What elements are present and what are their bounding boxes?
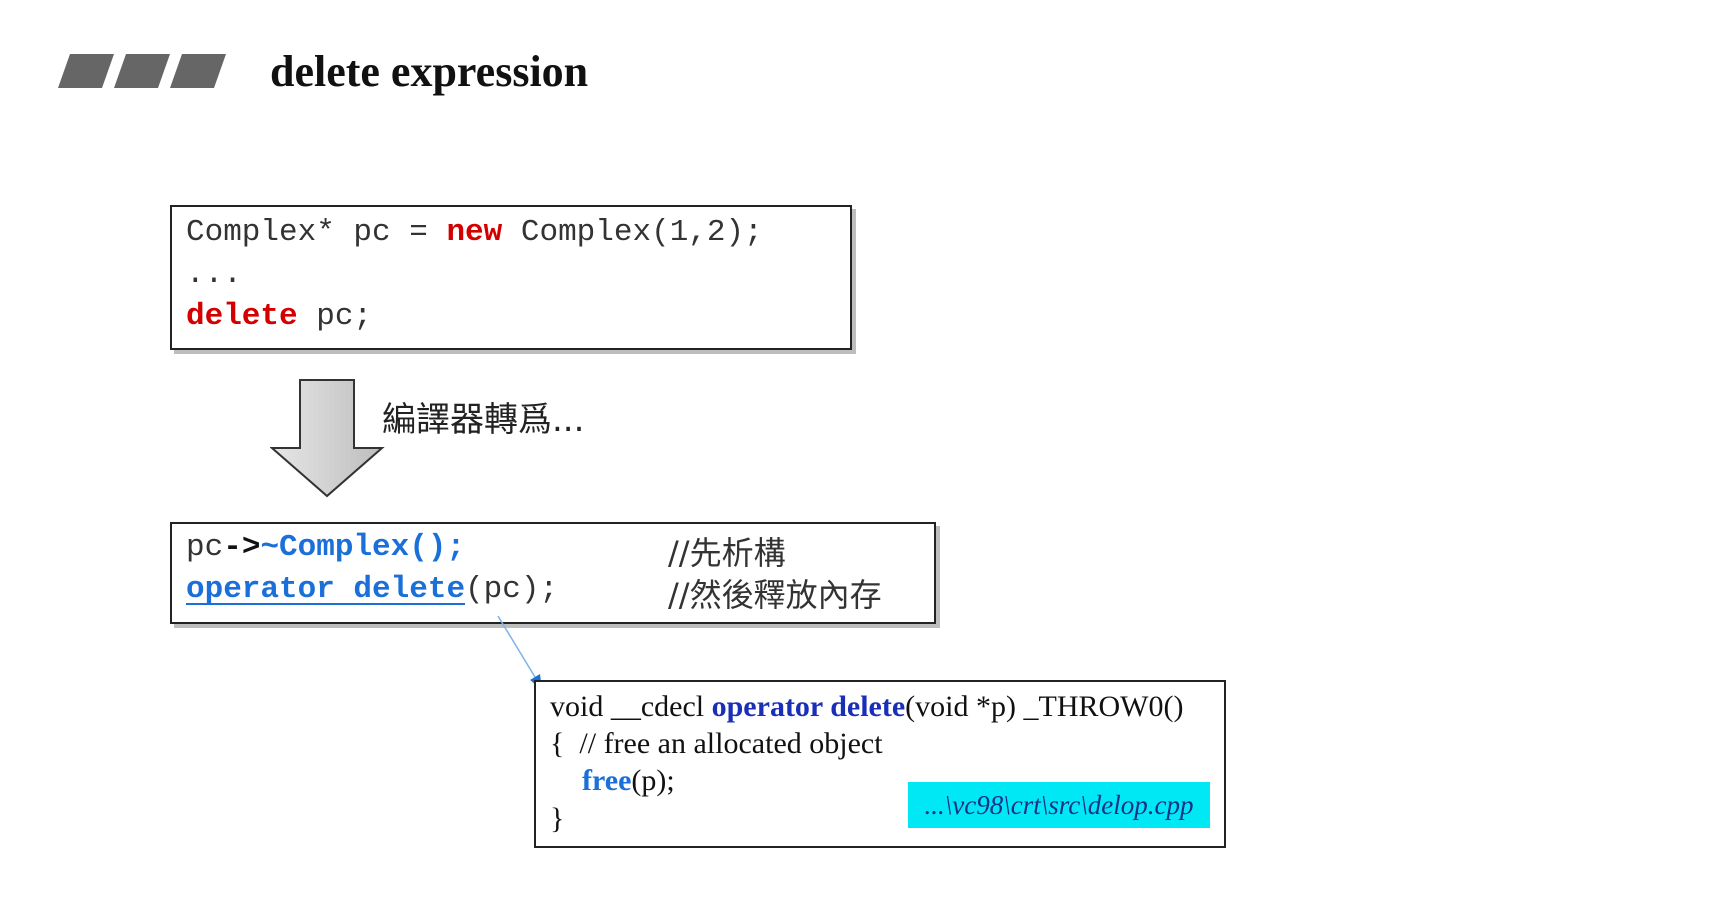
page-title: delete expression [270, 47, 589, 96]
arrow-operator: -> [223, 530, 261, 565]
code-line-delete: delete pc; [186, 299, 372, 334]
code-line-operator-delete: operator delete(pc); [186, 572, 558, 607]
title-decoration-icon [58, 54, 226, 88]
code-line-new: Complex* pc = new Complex(1,2); [186, 215, 763, 250]
code-text: pc [186, 530, 224, 565]
delete-keyword: delete [186, 299, 298, 334]
code-line-destructor: pc->~Complex(); [186, 530, 465, 565]
source-line-comment: { // free an allocated object [550, 727, 883, 760]
free-keyword: free [582, 764, 632, 797]
source-code-box: void __cdecl operator delete(void *p) _T… [534, 680, 1226, 848]
code-text: (void *p) _THROW0() [905, 690, 1184, 723]
code-text: Complex(1,2); [502, 215, 763, 250]
destructor-call: ~Complex [260, 530, 410, 565]
new-keyword: new [446, 215, 503, 250]
code-text: Complex* pc = [186, 215, 447, 250]
down-arrow-icon [270, 379, 385, 498]
code-text: (p); [631, 764, 675, 797]
comment-destruct: //先析構 [668, 534, 786, 572]
original-code-box: Complex* pc = new Complex(1,2); ... dele… [170, 205, 852, 350]
code-text: (); [409, 530, 466, 565]
code-text: pc; [297, 299, 373, 334]
source-file-path-badge: ...\vc98\crt\src\delop.cpp [908, 782, 1210, 828]
operator-delete-keyword: operator delete [711, 690, 906, 723]
compiler-translation-label: 編譯器轉爲... [382, 400, 585, 440]
code-text: (pc); [465, 572, 559, 607]
code-text: void __cdecl [550, 690, 712, 723]
source-line-free: free(p); [582, 764, 675, 798]
source-line-signature: void __cdecl operator delete(void *p) _T… [550, 690, 1183, 724]
code-line-ellipsis: ... [186, 257, 242, 292]
operator-delete-link[interactable]: operator delete [186, 572, 465, 607]
comment-free-memory: //然後釋放內存 [668, 576, 882, 614]
translated-code-box: pc->~Complex(); //先析構 operator delete(pc… [170, 522, 936, 624]
source-line-close-brace: } [550, 802, 565, 835]
